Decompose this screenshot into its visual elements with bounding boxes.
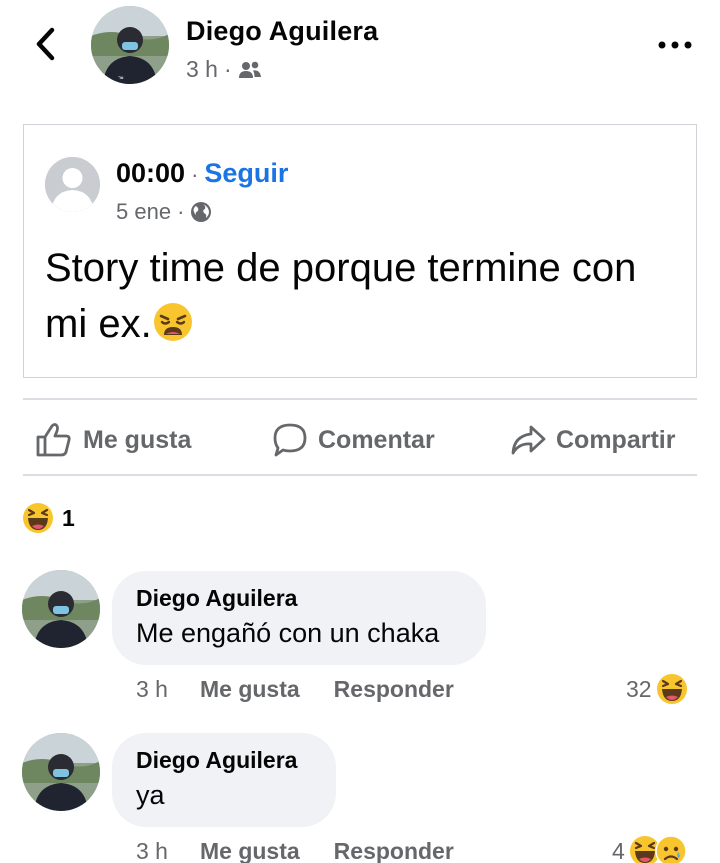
share-label: Compartir [556, 425, 676, 454]
comment-bubble[interactable]: Diego Aguilera Me engañó con un chaka [112, 571, 486, 665]
haha-emoji-icon [23, 503, 53, 533]
author-name[interactable]: Diego Aguilera [186, 16, 378, 47]
comment-text: Me engañó con un chaka [136, 618, 440, 648]
shared-post-title: 00:00 · Seguir [116, 158, 288, 189]
like-button[interactable]: Me gusta [35, 420, 191, 460]
comment-author[interactable]: Diego Aguilera [136, 585, 462, 612]
reactions-count: 1 [62, 504, 75, 531]
share-button[interactable]: Compartir [510, 420, 675, 460]
haha-emoji-icon [656, 674, 687, 704]
weary-face-emoji-icon [153, 303, 192, 341]
shared-post-body: Story time de porque termine con mi ex. [45, 246, 637, 346]
follow-link[interactable]: Seguir [204, 158, 288, 189]
share-icon [511, 425, 546, 455]
comment-reaction-count: 32 [626, 675, 652, 702]
shared-author-avatar[interactable] [45, 157, 100, 212]
globe-icon [191, 202, 212, 222]
divider [23, 398, 697, 400]
svg-text:ᆨᆸ: ᆨᆸ [117, 71, 124, 80]
friends-icon[interactable] [238, 60, 262, 80]
comment-time[interactable]: 3 h [136, 838, 168, 863]
title-separator: · [191, 162, 199, 187]
chevron-left-icon [36, 27, 55, 61]
more-icon [658, 41, 692, 49]
divider [23, 474, 697, 476]
post-meta: 3 h · [186, 56, 262, 83]
author-avatar[interactable]: ᆨᆸ [91, 6, 169, 84]
thumbs-up-icon [36, 423, 71, 457]
back-button[interactable] [30, 24, 60, 64]
comment-bubble[interactable]: Diego Aguilera ya [112, 733, 336, 827]
comment-text: ya [136, 780, 165, 810]
shared-post-meta: 5 ene · [116, 199, 212, 225]
comment-button[interactable]: Comentar [272, 420, 435, 460]
meta-separator: · [223, 56, 232, 82]
comment-actions: 3 h Me gusta Responder [136, 838, 488, 863]
comment-time[interactable]: 3 h [136, 676, 168, 703]
comment-reply-button[interactable]: Responder [334, 838, 454, 863]
comment-reactions[interactable]: 32 [626, 673, 688, 705]
comment-icon [273, 423, 307, 457]
comment-actions: 3 h Me gusta Responder [136, 676, 488, 703]
like-label: Me gusta [83, 425, 192, 454]
comment-avatar[interactable] [22, 570, 100, 648]
comment-like-button[interactable]: Me gusta [200, 838, 300, 863]
shared-post-date[interactable]: 5 ene [116, 199, 171, 225]
comment-label: Comentar [318, 425, 435, 454]
shared-post-text: Story time de porque termine con mi ex. [45, 240, 665, 352]
more-options-button[interactable] [655, 30, 695, 60]
post-time[interactable]: 3 h [186, 56, 218, 83]
comment-reply-button[interactable]: Responder [334, 676, 454, 703]
meta-separator: · [177, 199, 185, 224]
comment-author[interactable]: Diego Aguilera [136, 747, 312, 774]
comment-like-button[interactable]: Me gusta [200, 676, 300, 703]
comment-reaction-count: 4 [612, 837, 625, 863]
reactions-summary[interactable]: 1 [22, 502, 75, 534]
comment-reactions[interactable]: 4 [612, 835, 687, 863]
shared-author-name[interactable]: 00:00 [116, 158, 185, 189]
comment-avatar[interactable] [22, 733, 100, 811]
sad-emoji-icon [655, 835, 687, 863]
